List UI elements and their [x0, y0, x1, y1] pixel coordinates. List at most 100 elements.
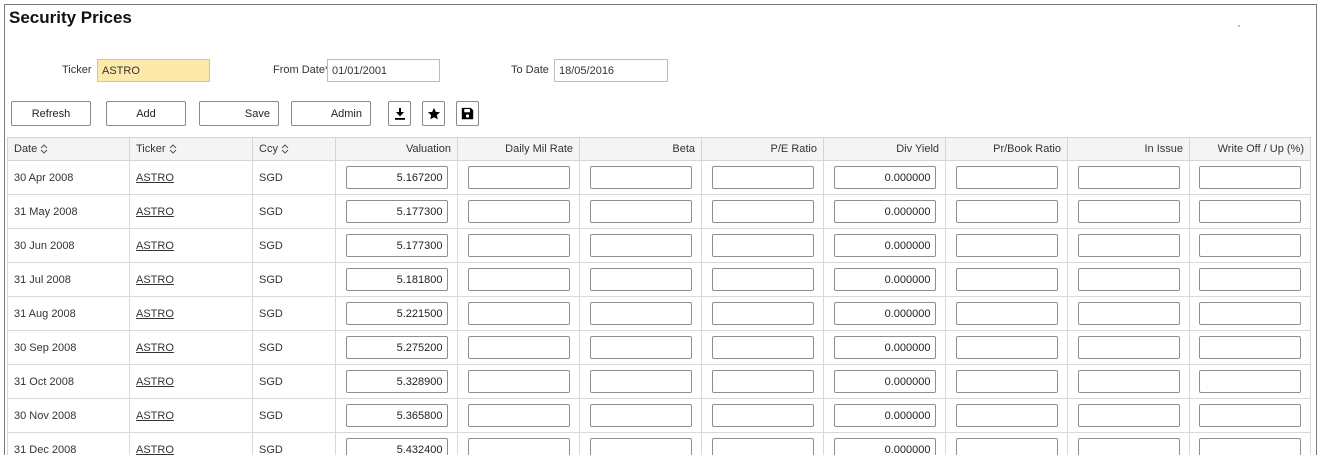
ticker-link[interactable]: ASTRO — [136, 376, 174, 388]
ticker-link[interactable]: ASTRO — [136, 410, 174, 422]
col-header-valuation: Valuation — [335, 137, 458, 161]
valuation-input[interactable] — [345, 234, 448, 257]
daily-mil-rate-input[interactable] — [467, 336, 570, 359]
pr-book-ratio-input[interactable] — [955, 268, 1058, 291]
beta-input[interactable] — [589, 268, 692, 291]
write-off-input[interactable] — [1199, 404, 1301, 427]
favorite-button[interactable] — [422, 101, 445, 126]
div-yield-input[interactable] — [833, 438, 936, 455]
pe-ratio-input[interactable] — [711, 404, 814, 427]
daily-mil-rate-input[interactable] — [467, 404, 570, 427]
pe-ratio-input[interactable] — [711, 336, 814, 359]
pr-book-ratio-input[interactable] — [955, 234, 1058, 257]
add-button[interactable]: Add — [106, 101, 186, 126]
valuation-input[interactable] — [345, 268, 448, 291]
valuation-input[interactable] — [345, 166, 448, 189]
pr-book-ratio-input[interactable] — [955, 302, 1058, 325]
beta-input[interactable] — [589, 200, 692, 223]
ticker-link[interactable]: ASTRO — [136, 342, 174, 354]
daily-mil-rate-input[interactable] — [467, 234, 570, 257]
beta-input[interactable] — [589, 166, 692, 189]
write-off-input[interactable] — [1199, 166, 1301, 189]
beta-input[interactable] — [589, 336, 692, 359]
col-header-ccy[interactable]: Ccy — [252, 137, 336, 161]
daily-mil-rate-input[interactable] — [467, 166, 570, 189]
save-button[interactable]: Save — [199, 101, 279, 126]
write-off-input[interactable] — [1199, 268, 1301, 291]
refresh-button[interactable]: Refresh — [11, 101, 91, 126]
pe-ratio-input[interactable] — [711, 234, 814, 257]
ticker-input[interactable] — [97, 59, 210, 82]
daily-mil-rate-input[interactable] — [467, 370, 570, 393]
in-issue-input[interactable] — [1077, 234, 1180, 257]
beta-input[interactable] — [589, 234, 692, 257]
to-date-input[interactable] — [554, 59, 668, 82]
daily-mil-rate-input[interactable] — [467, 302, 570, 325]
ticker-link[interactable]: ASTRO — [136, 274, 174, 286]
valuation-input[interactable] — [345, 200, 448, 223]
ticker-link[interactable]: ASTRO — [136, 240, 174, 252]
pe-ratio-input[interactable] — [711, 438, 814, 455]
in-issue-input[interactable] — [1077, 370, 1180, 393]
download-button[interactable] — [388, 101, 411, 126]
daily-mil-rate-input[interactable] — [467, 200, 570, 223]
div-yield-input[interactable] — [833, 268, 936, 291]
div-yield-input[interactable] — [833, 404, 936, 427]
write-off-input[interactable] — [1199, 234, 1301, 257]
beta-input[interactable] — [589, 370, 692, 393]
in-issue-input[interactable] — [1077, 166, 1180, 189]
daily-mil-rate-input[interactable] — [467, 268, 570, 291]
div-yield-input[interactable] — [833, 166, 936, 189]
from-date-input[interactable] — [327, 59, 440, 82]
valuation-input[interactable] — [345, 302, 448, 325]
pr-book-ratio-input[interactable] — [955, 370, 1058, 393]
in-issue-input[interactable] — [1077, 302, 1180, 325]
beta-input[interactable] — [589, 302, 692, 325]
ticker-link[interactable]: ASTRO — [136, 308, 174, 320]
export-save-button[interactable] — [456, 101, 479, 126]
write-off-input[interactable] — [1199, 336, 1301, 359]
pe-ratio-input[interactable] — [711, 302, 814, 325]
valuation-input[interactable] — [345, 438, 448, 455]
write-off-input[interactable] — [1199, 438, 1301, 455]
pr-book-ratio-input[interactable] — [955, 200, 1058, 223]
div-yield-input[interactable] — [833, 336, 936, 359]
col-header-ticker[interactable]: Ticker — [129, 137, 253, 161]
in-issue-input[interactable] — [1077, 200, 1180, 223]
in-issue-input[interactable] — [1077, 438, 1180, 455]
pe-ratio-input[interactable] — [711, 268, 814, 291]
ticker-cell: ASTRO — [129, 432, 253, 455]
ccy-cell: SGD — [252, 160, 336, 195]
ticker-link[interactable]: ASTRO — [136, 172, 174, 184]
div-yield-input[interactable] — [833, 370, 936, 393]
pr-book-ratio-input[interactable] — [955, 438, 1058, 455]
ticker-link[interactable]: ASTRO — [136, 206, 174, 218]
beta-input[interactable] — [589, 404, 692, 427]
valuation-input[interactable] — [345, 404, 448, 427]
write-off-input[interactable] — [1199, 370, 1301, 393]
admin-button[interactable]: Admin — [291, 101, 371, 126]
daily-mil-rate-input[interactable] — [467, 438, 570, 455]
div-yield-input[interactable] — [833, 200, 936, 223]
valuation-input[interactable] — [345, 370, 448, 393]
beta-input[interactable] — [589, 438, 692, 455]
ccy-cell: SGD — [252, 228, 336, 263]
pe-ratio-input[interactable] — [711, 200, 814, 223]
write-off-input[interactable] — [1199, 302, 1301, 325]
div-yield-input[interactable] — [833, 302, 936, 325]
pr-book-ratio-input[interactable] — [955, 336, 1058, 359]
table-row: 31 Oct 2008 ASTRO SGD — [7, 364, 1311, 399]
ticker-link[interactable]: ASTRO — [136, 444, 174, 455]
in-issue-input[interactable] — [1077, 336, 1180, 359]
col-header-date[interactable]: Date — [7, 137, 130, 161]
in-issue-input[interactable] — [1077, 268, 1180, 291]
pe-ratio-input[interactable] — [711, 166, 814, 189]
pr-book-ratio-input[interactable] — [955, 166, 1058, 189]
date-cell: 30 Nov 2008 — [7, 398, 130, 433]
write-off-input[interactable] — [1199, 200, 1301, 223]
div-yield-input[interactable] — [833, 234, 936, 257]
in-issue-input[interactable] — [1077, 404, 1180, 427]
pr-book-ratio-input[interactable] — [955, 404, 1058, 427]
valuation-input[interactable] — [345, 336, 448, 359]
pe-ratio-input[interactable] — [711, 370, 814, 393]
